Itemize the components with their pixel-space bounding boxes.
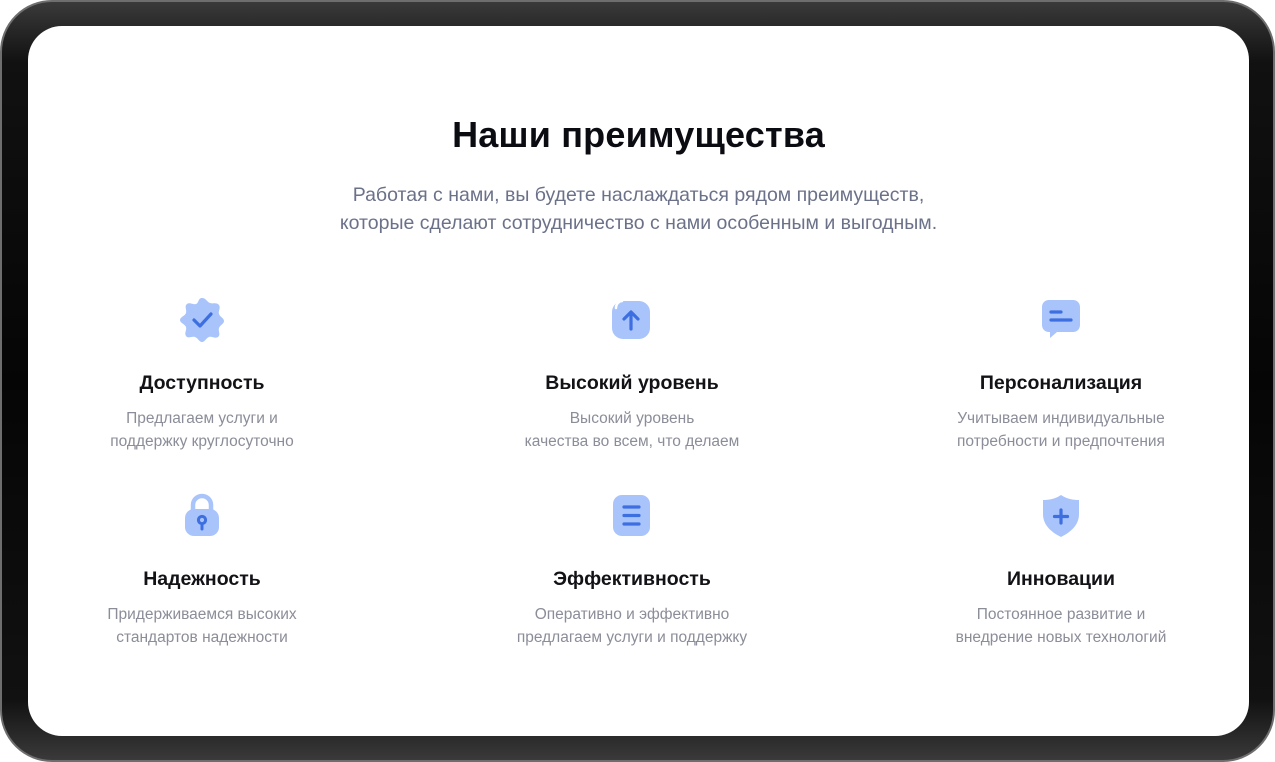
feature-description: Предлагаем услуги и поддержку круглосуто… [42,407,362,453]
feature-description-line: поддержку круглосуточно [110,433,294,450]
feature-description-line: Предлагаем услуги и [126,410,278,427]
subtitle-line: Работая с нами, вы будете наслаждаться р… [352,184,925,206]
feature-description-line: внедрение новых технологий [955,629,1167,646]
feature-card-availability: Доступность Предлагаем услуги и поддержк… [42,294,362,453]
arrow-up-icon [612,299,650,339]
feature-description: Оперативно и эффективно предлагаем услуг… [472,603,792,649]
feature-title: Надежность [143,568,261,590]
lock-icon [185,493,219,536]
feature-description-line: стандартов надежности [116,629,288,646]
document-list-icon [613,495,650,536]
feature-title: Персонализация [979,372,1143,394]
feature-description-line: качества во всем, что делаем [524,433,740,450]
page-title: Наши преимущества [452,114,825,155]
subtitle-line: которые сделают сотрудничество с нами ос… [339,212,938,234]
feature-title: Инновации [1006,568,1116,590]
feature-card-reliability: Надежность Придерживаемся высоких станда… [42,490,362,649]
feature-card-innovation: Инновации Постоянное развитие и внедрени… [901,490,1221,649]
feature-card-efficiency: Эффективность Оперативно и эффективно пр… [472,490,792,649]
feature-description-line: Придерживаемся высоких [107,606,297,623]
feature-description-line: Учитываем индивидуальные [957,410,1165,427]
feature-description-line: потребности и предпочтения [957,433,1165,450]
feature-description: Придерживаемся высоких стандартов надежн… [42,603,362,649]
feature-card-personalization: Персонализация Учитываем индивидуальные … [901,294,1221,453]
feature-title: Доступность [139,372,265,394]
feature-title: Высокий уровень [545,372,719,394]
chat-bubble-icon [1042,300,1080,338]
feature-description: Учитываем индивидуальные потребности и п… [901,407,1221,453]
feature-description: Постоянное развитие и внедрение новых те… [901,603,1221,649]
feature-description-line: Оперативно и эффективно [534,606,730,623]
page-subtitle: Работая с нами, вы будете наслаждаться р… [28,181,1249,237]
screen: Наши преимущества Работая с нами, вы буд… [28,26,1249,736]
feature-title: Эффективность [553,568,711,590]
device-frame: Наши преимущества Работая с нами, вы буд… [0,0,1275,762]
feature-description-line: Постоянное развитие и [976,606,1146,623]
feature-card-high-level: Высокий уровень Высокий уровень качества… [472,294,792,453]
shield-plus-icon [1043,495,1079,537]
verified-badge-icon [180,298,224,342]
feature-description-line: предлагаем услуги и поддержку [516,629,748,646]
feature-description: Высокий уровень качества во всем, что де… [472,407,792,453]
feature-description-line: Высокий уровень [569,410,695,427]
